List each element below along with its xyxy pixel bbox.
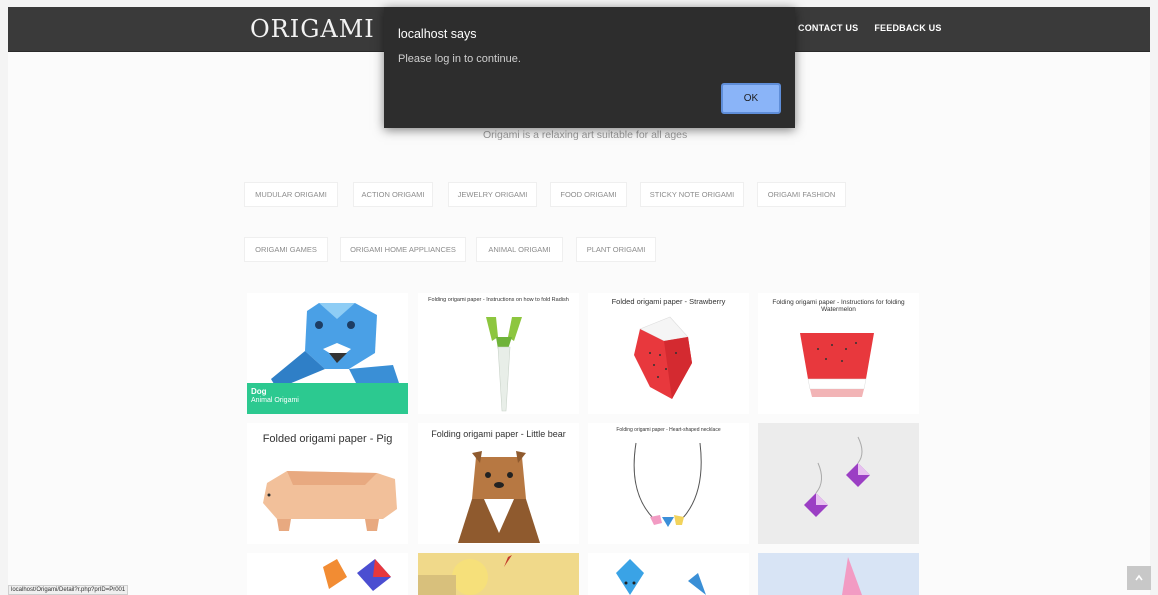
card-strawberry[interactable]: Folded origami paper - Strawberry: [588, 293, 749, 414]
nav-contact-us[interactable]: CONTACT US: [798, 23, 858, 33]
yellow-origami-image: [418, 555, 512, 595]
card-dog[interactable]: Dog Animal Origami: [247, 293, 408, 414]
bear-origami-image: [458, 451, 540, 543]
page-subtitle: Origami is a relaxing art suitable for a…: [483, 129, 688, 141]
card-watermelon[interactable]: Folding origami paper - Instructions for…: [758, 293, 919, 414]
card-modular-1[interactable]: [247, 553, 408, 595]
card-category: Animal Origami: [251, 397, 299, 404]
category-fashion[interactable]: ORIGAMI FASHION: [757, 182, 846, 207]
card-little-bear[interactable]: Folding origami paper - Little bear: [418, 423, 579, 544]
dialog-ok-button[interactable]: OK: [721, 83, 781, 114]
dialog-title: localhost says: [398, 27, 477, 41]
pink-origami-image: [842, 557, 862, 595]
chevron-up-icon: [1135, 574, 1143, 581]
card-name: Dog: [251, 387, 267, 396]
strawberry-origami-image: [634, 316, 692, 399]
alert-dialog: localhost says Please log in to continue…: [384, 7, 795, 128]
card-radish[interactable]: Folding origami paper - Instructions on …: [418, 293, 579, 414]
radish-origami-image: [486, 317, 522, 412]
card-modular-4[interactable]: [758, 553, 919, 595]
scroll-to-top-button[interactable]: [1127, 566, 1151, 590]
card-earrings[interactable]: [758, 423, 919, 544]
category-home-appliances[interactable]: ORIGAMI HOME APPLIANCES: [340, 237, 466, 262]
card-pig[interactable]: Folded origami paper - Pig: [247, 423, 408, 544]
nav-links: CONTACT US FEEDBACK US: [798, 23, 942, 33]
earrings-origami-image: [804, 436, 870, 517]
category-plant[interactable]: PLANT ORIGAMI: [576, 237, 656, 262]
category-food[interactable]: FOOD ORIGAMI: [550, 182, 627, 207]
category-action[interactable]: ACTION ORIGAMI: [353, 182, 433, 207]
watermelon-origami-image: [800, 333, 874, 397]
card-modular-3[interactable]: [588, 553, 749, 595]
modular-origami-image: [323, 559, 391, 591]
necklace-origami-image: [633, 442, 702, 527]
dog-caption: Dog Animal Origami: [247, 383, 408, 414]
category-games[interactable]: ORIGAMI GAMES: [244, 237, 328, 262]
category-sticky-note[interactable]: STICKY NOTE ORIGAMI: [640, 182, 744, 207]
dialog-message: Please log in to continue.: [398, 53, 521, 65]
brand-logo[interactable]: ORIGAMI: [250, 15, 375, 43]
card-modular-2[interactable]: [418, 553, 579, 595]
pig-origami-image: [263, 471, 397, 531]
squid-origami-image: [616, 559, 706, 595]
status-bar-url: localhost/Origami/Detail?r.php?prID=Pr00…: [8, 585, 129, 595]
category-jewelry[interactable]: JEWELRY ORIGAMI: [448, 182, 537, 207]
category-modular[interactable]: MUDULAR ORIGAMI: [244, 182, 338, 207]
nav-feedback-us[interactable]: FEEDBACK US: [874, 23, 941, 33]
card-heart-necklace[interactable]: Folding origami paper - Heart-shaped nec…: [588, 423, 749, 544]
category-animal[interactable]: ANIMAL ORIGAMI: [476, 237, 563, 262]
